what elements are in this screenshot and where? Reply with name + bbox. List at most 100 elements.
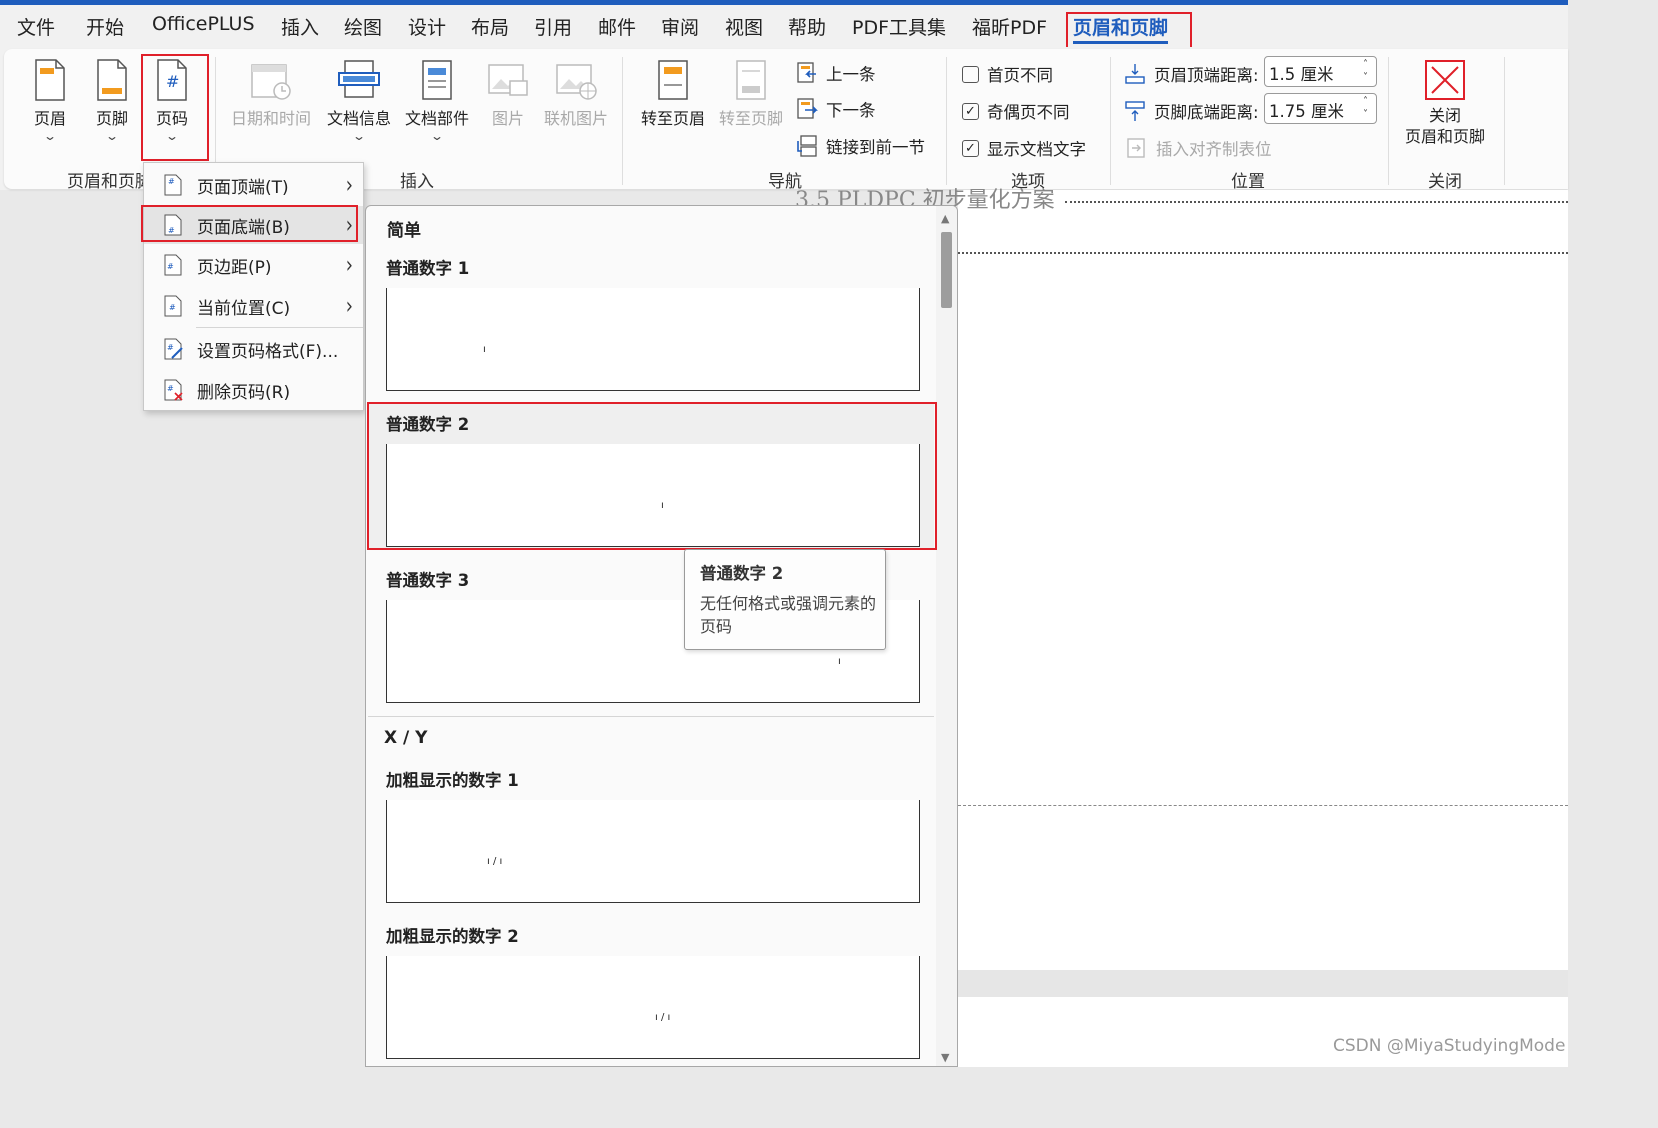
insert-align-tab-button[interactable]: 插入对齐制表位 xyxy=(1126,136,1272,160)
tab-review[interactable]: 审阅 xyxy=(661,13,699,40)
tab-file[interactable]: 文件 xyxy=(17,13,55,40)
tab-pdf-tools[interactable]: PDF工具集 xyxy=(852,13,946,40)
scroll-down-arrow-icon[interactable]: ▼ xyxy=(941,1051,949,1064)
menu-item-current-position[interactable]: # 当前位置(C) › xyxy=(144,287,363,325)
different-first-page-checkbox[interactable]: 首页不同 xyxy=(962,62,1053,86)
svg-text:#: # xyxy=(167,384,174,393)
tab-header-footer[interactable]: 页眉和页脚 xyxy=(1073,13,1169,44)
gallery-item-plain-number-2[interactable]: ı xyxy=(386,444,920,547)
svg-text:#: # xyxy=(166,72,179,91)
header-icon xyxy=(35,59,65,101)
tab-mailings[interactable]: 邮件 xyxy=(598,13,636,40)
previous-button[interactable]: 上一条 xyxy=(796,61,876,85)
different-odd-even-checkbox[interactable]: ✓ 奇偶页不同 xyxy=(962,99,1070,123)
footer-button[interactable]: 页脚 ⌄ xyxy=(90,59,134,143)
header-label: 页眉 xyxy=(33,109,66,128)
group-separator xyxy=(622,57,623,185)
chevron-right-icon: › xyxy=(345,251,353,279)
goto-header-button[interactable]: 转至页眉 xyxy=(634,59,712,129)
footer-bottom-distance-value: 1.75 厘米 xyxy=(1269,102,1344,121)
close-label: 关闭 页眉和页脚 xyxy=(1398,105,1492,147)
goto-footer-icon xyxy=(736,60,766,100)
gallery-scrollbar[interactable]: ▲ ▼ xyxy=(936,206,957,1066)
tab-insert[interactable]: 插入 xyxy=(281,13,319,40)
chevron-right-icon: › xyxy=(345,211,353,239)
spinner-arrows-icon[interactable]: ˄ ˅ xyxy=(1363,58,1368,84)
page-number-icon: # xyxy=(157,59,187,101)
menu-item-page-top[interactable]: # 页面顶端(T) › xyxy=(144,166,363,204)
scroll-thumb[interactable] xyxy=(941,232,952,308)
page-number-button[interactable]: # 页码 ⌄ xyxy=(150,59,194,143)
doc-parts-button[interactable]: 文档部件 ⌄ xyxy=(400,59,474,143)
header-button[interactable]: 页眉 ⌄ xyxy=(28,59,72,143)
previous-label: 上一条 xyxy=(826,65,876,84)
menu-item-label: 设置页码格式(F)... xyxy=(197,341,339,362)
date-time-button[interactable]: 日期和时间 xyxy=(226,59,316,129)
tab-help[interactable]: 帮助 xyxy=(788,13,826,40)
goto-footer-button[interactable]: 转至页脚 xyxy=(712,59,790,129)
svg-text:#: # xyxy=(168,177,175,186)
scroll-up-arrow-icon[interactable]: ▲ xyxy=(941,212,949,225)
header-dotted-line xyxy=(1065,201,1568,203)
current-position-icon: # xyxy=(164,295,182,317)
doc-info-label: 文档信息 xyxy=(326,109,391,128)
chevron-right-icon: › xyxy=(345,292,353,320)
remove-page-number-icon: # xyxy=(164,379,183,401)
link-previous-button[interactable]: 链接到前一节 xyxy=(796,134,925,158)
page-gap xyxy=(958,970,1568,997)
page-number-label: 页码 xyxy=(155,109,188,128)
header-top-distance: 页眉顶端距离: xyxy=(1124,62,1259,86)
link-previous-icon xyxy=(797,135,817,157)
close-header-footer-button[interactable]: 关闭 页眉和页脚 xyxy=(1398,59,1492,147)
chevron-down-icon: ⌄ xyxy=(429,129,445,143)
page-number-menu: # 页面顶端(T) › # 页面底端(B) › # 页边距(P) › # 当前位… xyxy=(143,162,364,411)
page-margins-icon: # xyxy=(164,254,182,276)
svg-text:#: # xyxy=(169,303,176,312)
gallery-item-bold-number-2[interactable]: ı / ı xyxy=(386,956,920,1059)
header-top-distance-input[interactable]: 1.5 厘米 ˄ ˅ xyxy=(1264,56,1377,87)
menu-item-page-bottom[interactable]: # 页面底端(B) › xyxy=(144,206,363,244)
spinner-arrows-icon[interactable]: ˄ ˅ xyxy=(1363,95,1368,121)
gallery-tooltip: 普通数字 2 无任何格式或强调元素的页码 xyxy=(684,549,886,650)
align-tab-icon xyxy=(1127,138,1145,158)
footer-bottom-distance-input[interactable]: 1.75 厘米 ˄ ˅ xyxy=(1264,93,1377,124)
menu-item-format-page-numbers[interactable]: # 设置页码格式(F)... xyxy=(144,330,363,368)
document-page[interactable] xyxy=(958,190,1568,970)
menu-item-remove-page-numbers[interactable]: # 删除页码(R) xyxy=(144,371,363,409)
menu-item-page-margins[interactable]: # 页边距(P) › xyxy=(144,246,363,284)
footer-bottom-distance-label: 页脚底端距离: xyxy=(1154,103,1259,122)
tab-home[interactable]: 开始 xyxy=(86,13,124,40)
footer-boundary-line xyxy=(958,805,1568,806)
tab-view[interactable]: 视图 xyxy=(725,13,763,40)
group-separator xyxy=(1110,57,1111,185)
tab-foxit-pdf[interactable]: 福昕PDF xyxy=(972,13,1047,40)
format-page-number-icon: # xyxy=(164,338,183,360)
picture-button[interactable]: 图片 xyxy=(480,59,536,129)
tab-references[interactable]: 引用 xyxy=(534,13,572,40)
gallery-separator xyxy=(368,716,934,717)
show-document-text-checkbox[interactable]: ✓ 显示文档文字 xyxy=(962,136,1086,160)
menu-item-label: 当前位置(C) xyxy=(197,298,291,319)
next-label: 下一条 xyxy=(826,101,876,120)
tooltip-title: 普通数字 2 xyxy=(700,564,784,583)
gallery-item-title: 普通数字 2 xyxy=(386,415,470,434)
gallery-item-title: 加粗显示的数字 2 xyxy=(386,927,519,946)
close-label-line2: 页眉和页脚 xyxy=(1404,127,1485,146)
document-parts-icon xyxy=(422,60,452,100)
gallery-category-xy: X / Y xyxy=(384,728,428,748)
tab-draw[interactable]: 绘图 xyxy=(344,13,382,40)
online-picture-button[interactable]: 联机图片 xyxy=(538,59,614,129)
tab-layout[interactable]: 布局 xyxy=(471,13,509,40)
picture-label: 图片 xyxy=(491,109,524,128)
next-page[interactable] xyxy=(958,997,1568,1067)
next-button[interactable]: 下一条 xyxy=(796,97,876,121)
menu-tab-bar: 文件 开始 OfficePLUS 插入 绘图 设计 布局 引用 邮件 审阅 视图… xyxy=(0,5,1568,47)
picture-icon xyxy=(488,64,528,96)
tab-officeplus[interactable]: OfficePLUS xyxy=(152,13,255,35)
gallery-item-title: 加粗显示的数字 1 xyxy=(386,771,519,790)
watermark: CSDN @MiyaStudyingMode xyxy=(1333,1036,1566,1056)
gallery-item-plain-number-1[interactable]: ı xyxy=(386,288,920,391)
tab-design[interactable]: 设计 xyxy=(408,13,446,40)
gallery-item-bold-number-1[interactable]: ı / ı xyxy=(386,800,920,903)
group-separator xyxy=(1388,57,1389,185)
